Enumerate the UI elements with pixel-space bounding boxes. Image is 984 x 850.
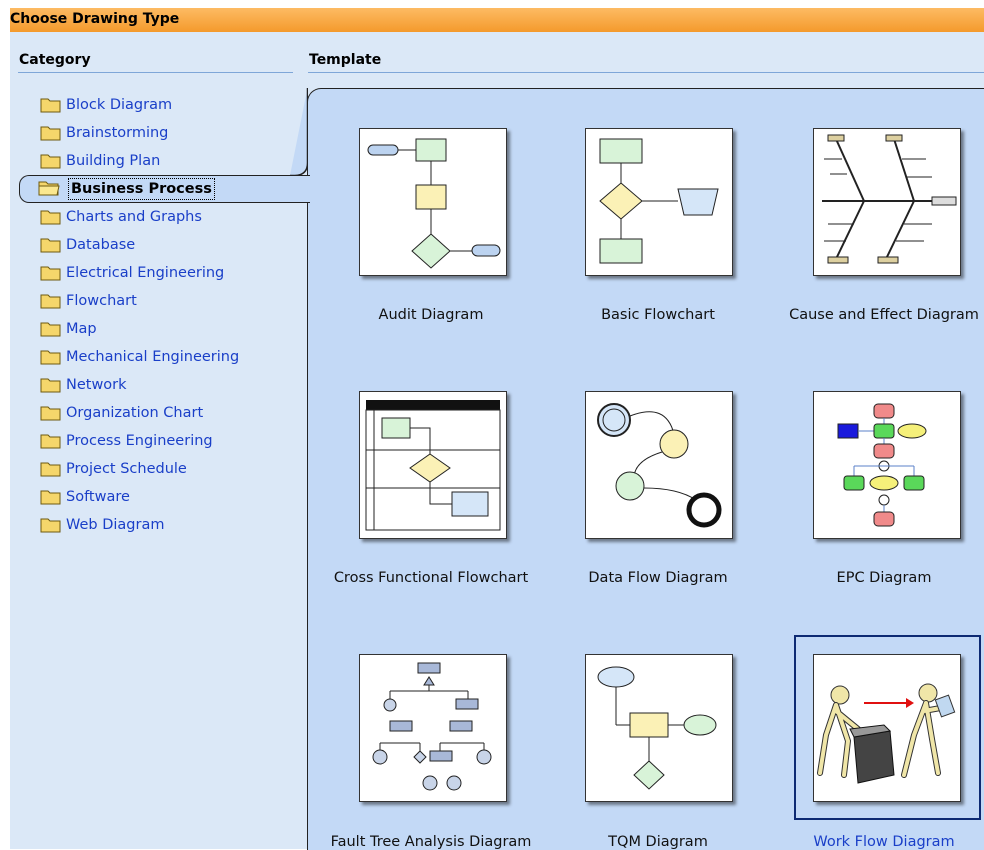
template-label[interactable]: Cross Functional Flowchart: [321, 570, 541, 586]
dialog-title-bar: Choose Drawing Type: [10, 8, 984, 32]
category-item-map[interactable]: Map: [40, 318, 97, 340]
category-item-label: Electrical Engineering: [66, 265, 225, 281]
tab-connector: [290, 88, 308, 176]
template-label[interactable]: EPC Diagram: [786, 570, 982, 586]
template-label[interactable]: Data Flow Diagram: [558, 570, 758, 586]
category-item-label: Charts and Graphs: [66, 209, 202, 225]
fault-tree-icon: [372, 662, 492, 791]
category-item-mechanical-engineering[interactable]: Mechanical Engineering: [40, 346, 239, 368]
category-item-organization-chart[interactable]: Organization Chart: [40, 402, 203, 424]
template-label[interactable]: Basic Flowchart: [558, 307, 758, 323]
category-item-label: Block Diagram: [66, 97, 173, 113]
category-item-web-diagram[interactable]: Web Diagram: [40, 514, 164, 536]
epc-thumbnail[interactable]: [813, 391, 961, 539]
category-item-label: Process Engineering: [66, 433, 213, 449]
cause-effect-icon: [822, 134, 957, 264]
category-item-software[interactable]: Software: [40, 486, 130, 508]
category-selected-label[interactable]: Business Process: [68, 178, 215, 200]
folder-icon: [40, 406, 61, 421]
open-folder-icon: [38, 181, 60, 196]
folder-icon: [40, 210, 61, 225]
template-label[interactable]: Cause and Effect Diagram: [786, 307, 982, 323]
category-item-label: Network: [66, 377, 127, 393]
category-item-label: Mechanical Engineering: [66, 349, 240, 365]
folder-icon: [40, 350, 61, 365]
basic-flowchart-thumbnail[interactable]: [585, 128, 733, 276]
template-header: Template: [309, 52, 382, 68]
folder-icon: [40, 294, 61, 309]
category-item-label: Software: [66, 489, 130, 505]
template-label[interactable]: Fault Tree Analysis Diagram: [321, 834, 541, 850]
folder-icon: [40, 518, 61, 533]
category-item-electrical-engineering[interactable]: Electrical Engineering: [40, 262, 224, 284]
cause-effect-thumbnail[interactable]: [813, 128, 961, 276]
data-flow-icon: [597, 403, 722, 528]
category-item-block-diagram[interactable]: Block Diagram: [40, 94, 172, 116]
template-label[interactable]: Work Flow Diagram: [786, 834, 982, 850]
folder-icon: [40, 490, 61, 505]
category-header-divider: [18, 72, 293, 73]
template-label[interactable]: TQM Diagram: [558, 834, 758, 850]
template-label[interactable]: Audit Diagram: [331, 307, 531, 323]
folder-icon: [40, 434, 61, 449]
dialog-title: Choose Drawing Type: [10, 11, 180, 27]
audit-diagram-icon: [367, 138, 501, 269]
audit-diagram-thumbnail[interactable]: [359, 128, 507, 276]
category-item-label: Organization Chart: [66, 405, 204, 421]
category-item-process-engineering[interactable]: Process Engineering: [40, 430, 213, 452]
category-item-label: Web Diagram: [66, 517, 165, 533]
folder-icon: [40, 98, 61, 113]
folder-icon: [40, 154, 61, 169]
folder-icon: [40, 378, 61, 393]
category-item-label: Building Plan: [66, 153, 161, 169]
category-item-label: Flowchart: [66, 293, 137, 309]
category-item-label: Database: [66, 237, 136, 253]
template-header-divider: [308, 72, 984, 73]
category-item-brainstorming[interactable]: Brainstorming: [40, 122, 168, 144]
category-item-flowchart[interactable]: Flowchart: [40, 290, 137, 312]
cross-functional-icon: [365, 400, 501, 531]
category-header: Category: [19, 52, 91, 68]
folder-icon: [40, 266, 61, 281]
tqm-icon: [597, 666, 717, 790]
folder-icon: [40, 238, 61, 253]
fault-tree-thumbnail[interactable]: [359, 654, 507, 802]
data-flow-thumbnail[interactable]: [585, 391, 733, 539]
epc-icon: [837, 403, 927, 527]
category-item-label: Project Schedule: [66, 461, 187, 477]
folder-icon: [40, 462, 61, 477]
cross-functional-thumbnail[interactable]: [359, 391, 507, 539]
folder-icon: [40, 322, 61, 337]
category-item-label: Map: [66, 321, 97, 337]
category-item-label: Brainstorming: [66, 125, 169, 141]
category-item-database[interactable]: Database: [40, 234, 135, 256]
work-flow-thumbnail[interactable]: [813, 654, 961, 802]
category-item-building-plan[interactable]: Building Plan: [40, 150, 160, 172]
folder-icon: [40, 126, 61, 141]
work-flow-icon: [817, 683, 956, 784]
category-item-network[interactable]: Network: [40, 374, 127, 396]
category-item-project-schedule[interactable]: Project Schedule: [40, 458, 187, 480]
basic-flowchart-icon: [599, 138, 719, 264]
tqm-thumbnail[interactable]: [585, 654, 733, 802]
category-item-charts-and-graphs[interactable]: Charts and Graphs: [40, 206, 202, 228]
